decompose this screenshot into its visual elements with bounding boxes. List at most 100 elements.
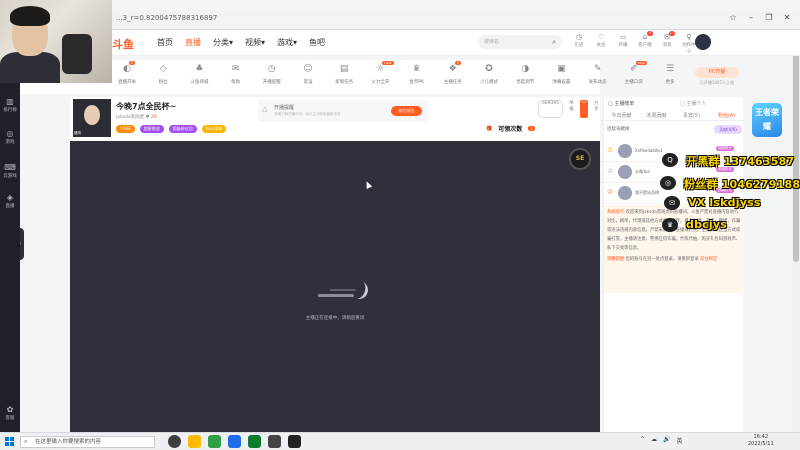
taskbar-app-4-icon[interactable] (248, 435, 261, 448)
feature-9[interactable]: ❖ 主播任务 5 (438, 61, 468, 85)
search-input[interactable]: 搜目名 ⌕ (478, 35, 562, 49)
taskbar-app-5-icon[interactable] (268, 435, 281, 448)
feature-5[interactable]: ☺ 友谊 (293, 64, 323, 85)
claim-counter[interactable]: 🎁 可领次数 1 (486, 124, 535, 133)
taskbar-apps (168, 435, 301, 448)
nav-link-3[interactable]: 视频▾ (245, 37, 265, 48)
clock-time: 16:42 (753, 434, 769, 440)
rank-name[interactable]: 我不是泳而律 (635, 190, 659, 196)
chat-tab-2[interactable]: 贵宾(5) (674, 111, 709, 120)
feature-8[interactable]: ♛ 金币PK (402, 64, 432, 85)
feature-2[interactable]: ♣ 斗鱼商城 (184, 64, 214, 85)
chat-header[interactable]: ▢ 主播榜单 (608, 100, 634, 107)
clock[interactable]: 16:42 2022/5/11 (748, 434, 774, 448)
header-action-4[interactable]: ✉ 消息 11 (660, 31, 675, 54)
header-action-2[interactable]: ▭ 开播 (616, 33, 630, 54)
windows-start-icon[interactable] (5, 437, 14, 446)
taskbar-app-3-icon[interactable] (228, 435, 241, 448)
crown-icon: ♔ (607, 146, 614, 154)
header-action-5[interactable]: ♀ 创作中心 (682, 33, 696, 54)
nav-link-4[interactable]: 游戏▾ (277, 37, 297, 48)
user-avatar[interactable] (695, 34, 711, 50)
window-control-3-icon[interactable]: ✕ (780, 13, 794, 22)
feature-0[interactable]: ◐ 直播开关 2 (112, 61, 142, 85)
nav-link-5[interactable]: 鱼吧 (309, 37, 325, 48)
feature-11[interactable]: ◑ 亮度调节 (510, 64, 540, 85)
nav-link-2[interactable]: 分类▾ (213, 37, 233, 48)
header-action-3[interactable]: ⌂ 客户端 5 (638, 31, 653, 54)
feature-label: 友谊 (303, 80, 313, 85)
window-control-0-icon[interactable]: ☆ (726, 13, 740, 22)
tray-item-3-icon[interactable]: 英 (677, 436, 683, 445)
anchor-name[interactable]: jaksda黑闹虎 (116, 115, 144, 120)
taskbar-app-6-icon[interactable] (288, 435, 301, 448)
chat-header-right[interactable]: ▢ 主播个人 (680, 100, 706, 107)
room-meta-2[interactable]: ▭ (579, 100, 588, 118)
rank-avatar[interactable] (618, 186, 632, 200)
pc-live-button[interactable]: PC开播 (695, 67, 739, 78)
feature-7[interactable]: ☼ 火力全开 new (365, 61, 395, 85)
room-meta-3[interactable]: 分享 (594, 100, 599, 118)
room-meta-0[interactable]: 689395 (538, 100, 564, 118)
feature-15[interactable]: ☰ 更多 (655, 64, 685, 85)
feature-12[interactable]: ▣ 弹幕设置 (546, 64, 576, 85)
sidebar-item-4[interactable]: ✿ 客服 (0, 405, 20, 421)
feature-label: 新版任务 (335, 80, 354, 85)
rank-avatar[interactable] (618, 144, 632, 158)
url-text[interactable]: ...3_r=0.8200475788316897 (116, 14, 217, 22)
scrollbar-thumb[interactable] (793, 32, 799, 262)
feature-label: 更多 (665, 80, 675, 85)
feature-3[interactable]: ✉ 帮助 (221, 64, 251, 85)
room-badge-0[interactable]: V闻网 (116, 125, 135, 133)
anchor-avatar[interactable]: 猪肉 (73, 99, 111, 137)
chat-tab-1[interactable]: 本周贡献 (639, 111, 674, 120)
feature-1[interactable]: ◇ 粉丝 (148, 64, 178, 85)
room-badge-1[interactable]: 超星挑战 (139, 125, 164, 133)
video-player[interactable]: SE 主播正在连接中，请稍后重试 (70, 141, 600, 432)
nav-link-0[interactable]: 首页 (157, 37, 173, 48)
taskbar-app-0-icon[interactable] (168, 435, 181, 448)
room-meta-1[interactable]: 举报 (569, 100, 574, 118)
promo-badge[interactable]: 王者荣耀 (752, 103, 782, 137)
sidebar-item-0[interactable]: ▥ 排行榜 (0, 97, 20, 113)
chat-tab-3[interactable]: 粉丝(4) (709, 111, 744, 120)
taskbar: ⌕ 在这里输入你要搜索的内容 ^ ☁ 🔊 英 16:42 2022/5/11 (0, 432, 800, 450)
contact-text: dbcjys (686, 218, 727, 231)
feature-6[interactable]: ▤ 新版任务 (329, 64, 359, 85)
sidebar-item-1-icon: ◎ (6, 129, 14, 138)
window-control-2-icon[interactable]: ❐ (762, 13, 776, 22)
taskbar-app-2-icon[interactable] (208, 435, 221, 448)
system-tray: ^ ☁ 🔊 英 (640, 436, 683, 445)
feature-14[interactable]: ✐ 主播口袋 new (619, 61, 649, 85)
rank-name[interactable]: 头像Yun (635, 169, 650, 175)
bell-icon: △ (262, 105, 268, 113)
feature-4[interactable]: ◷ 开播提醒 (257, 64, 287, 85)
reminder-button[interactable]: 前往前往 (391, 106, 422, 116)
rank-avatar[interactable] (618, 165, 632, 179)
nav-link-1[interactable]: 直播 (185, 37, 201, 48)
chat-message-link[interactable]: 前往绑定 (700, 257, 717, 262)
header-action-0[interactable]: ◷ 历史 (572, 33, 586, 54)
page-scrollbar[interactable] (792, 30, 800, 432)
tray-item-1-icon[interactable]: ☁ (651, 436, 657, 445)
search-icon[interactable]: ⌕ (552, 35, 556, 49)
header-action-0-icon: ◷ (575, 33, 583, 41)
window-control-1-icon[interactable]: – (744, 13, 758, 22)
feature-10[interactable]: ✪ 少儿模式 (474, 64, 504, 85)
sidebar-item-1[interactable]: ◎ 游戏 (0, 129, 20, 145)
rank-name[interactable]: XvPandabite1 (635, 148, 663, 153)
room-badge-2[interactable]: 超级粉丝团 (168, 125, 197, 133)
room-badge-3[interactable]: fans荣誉 (201, 125, 227, 133)
tray-item-0-icon[interactable]: ^ (640, 436, 645, 445)
header-action-1[interactable]: ♡ 关注 (594, 33, 608, 54)
feature-13[interactable]: ✎ 发布动态 (583, 64, 613, 85)
rank-button[interactable]: 贡献(4/6) (714, 125, 742, 134)
chat-tab-0[interactable]: 今日贡献 (604, 111, 639, 120)
sidebar-item-2[interactable]: ⌨ 云游戏 (0, 163, 20, 179)
taskbar-app-1-icon[interactable] (188, 435, 201, 448)
sidebar-item-3[interactable]: ◈ 直播 (0, 193, 20, 209)
sidebar-item-3-icon: ◈ (6, 193, 14, 202)
taskbar-search[interactable]: ⌕ 在这里输入你要搜索的内容 (20, 436, 155, 448)
site-logo[interactable]: 斗鱼 (112, 36, 134, 52)
tray-item-2-icon[interactable]: 🔊 (663, 436, 670, 445)
